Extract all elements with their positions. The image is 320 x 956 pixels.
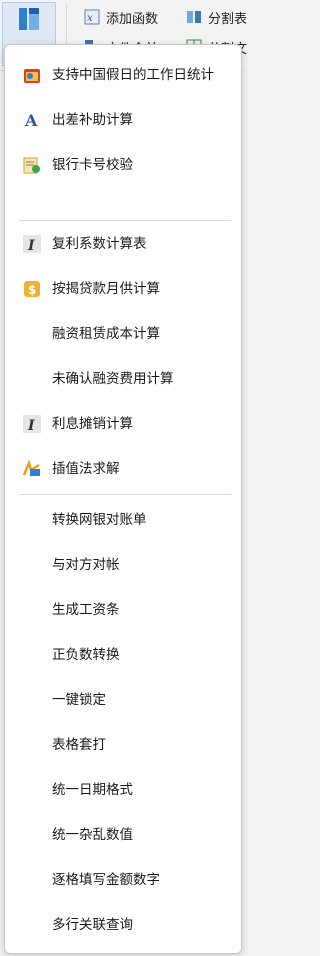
calendar-holiday-icon bbox=[24, 69, 40, 83]
menu-separator bbox=[19, 494, 231, 495]
italic-i-icon: I bbox=[23, 415, 41, 433]
svg-text:I: I bbox=[27, 418, 35, 433]
svg-text:x: x bbox=[87, 13, 93, 24]
menu-item-unrecognized-finance-cost[interactable]: 未确认融资费用计算 bbox=[5, 361, 241, 397]
menu-item-unify-numbers[interactable]: 统一杂乱数值 bbox=[5, 817, 241, 853]
interpolation-icon bbox=[23, 460, 40, 476]
menu-item-travel-allowance[interactable]: A 出差补助计算 bbox=[5, 102, 241, 138]
split-table-button[interactable]: 分割表 bbox=[186, 6, 247, 28]
add-function-button[interactable]: x 添加函数 bbox=[84, 6, 158, 28]
menu-item-lease-cost[interactable]: 融资租赁成本计算 bbox=[5, 316, 241, 352]
split-table-icon bbox=[187, 11, 201, 23]
menu-item-sign-conversion[interactable]: 正负数转换 bbox=[5, 637, 241, 673]
menu-item-convert-bank-statement[interactable]: 转换网银对账单 bbox=[5, 502, 241, 538]
italic-i-icon: I bbox=[23, 235, 41, 253]
caitax-icon bbox=[19, 8, 39, 30]
menu-item-table-overprint[interactable]: 表格套打 bbox=[5, 727, 241, 763]
menu-separator bbox=[19, 220, 231, 221]
bankcard-check-icon bbox=[23, 157, 40, 174]
svg-text:$: $ bbox=[28, 283, 36, 297]
caitax-dropdown-menu: 支持中国假日的工作日统计 A 出差补助计算 银行卡号校验 I 复利系数计算表 $… bbox=[4, 44, 242, 954]
menu-item-multirow-lookup[interactable]: 多行关联查询 bbox=[5, 907, 241, 943]
letter-a-icon: A bbox=[24, 111, 38, 129]
svg-text:I: I bbox=[27, 238, 35, 253]
menu-item-generate-payslip[interactable]: 生成工资条 bbox=[5, 592, 241, 628]
menu-item-compound-interest[interactable]: I 复利系数计算表 bbox=[5, 226, 241, 262]
menu-item-bankcard-check[interactable]: 银行卡号校验 bbox=[5, 147, 241, 183]
menu-item-reconcile-counterparty[interactable]: 与对方对帐 bbox=[5, 547, 241, 583]
menu-item-amount-digits[interactable]: 逐格填写金额数字 bbox=[5, 862, 241, 898]
menu-item-one-click-lock[interactable]: 一键锁定 bbox=[5, 682, 241, 718]
menu-item-unify-date-format[interactable]: 统一日期格式 bbox=[5, 772, 241, 808]
menu-item-interpolation[interactable]: 插值法求解 bbox=[5, 451, 241, 487]
money-bag-icon: $ bbox=[24, 281, 40, 297]
menu-item-interest-amortization[interactable]: I 利息摊销计算 bbox=[5, 406, 241, 442]
menu-item-mortgage-payment[interactable]: $ 按揭贷款月供计算 bbox=[5, 271, 241, 307]
menu-item-workday-stats[interactable]: 支持中国假日的工作日统计 bbox=[5, 57, 241, 93]
svg-text:A: A bbox=[24, 111, 38, 129]
fx-icon: x bbox=[84, 9, 100, 25]
